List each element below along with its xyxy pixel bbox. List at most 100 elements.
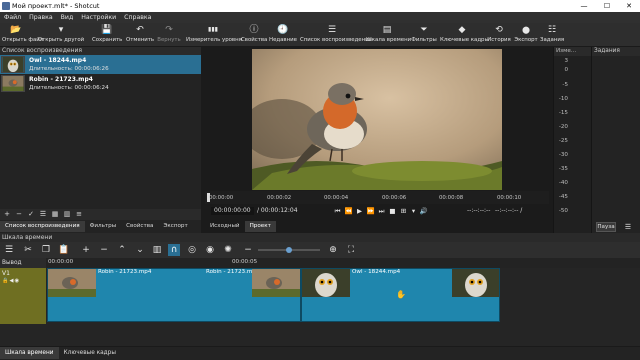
hand-cursor-icon: ✋ xyxy=(396,290,406,299)
clip-thumbnail-start xyxy=(48,269,96,297)
db-label: 3 xyxy=(564,58,568,64)
filters-button[interactable]: ⏷ Фильтры xyxy=(410,24,438,46)
menu-settings[interactable]: Настройки xyxy=(77,12,120,23)
zoom-fit-icon[interactable]: ⛶ xyxy=(345,244,357,256)
video-preview[interactable] xyxy=(252,49,502,190)
jobs-label: Задания xyxy=(540,37,565,43)
paste-icon[interactable]: 📋 xyxy=(58,244,70,256)
ruler-tick: 00:00:04 xyxy=(324,195,349,201)
current-timecode[interactable]: 00:00:00:00 xyxy=(211,207,254,215)
tab-timeline[interactable]: Шкала времени xyxy=(0,347,59,359)
tab-project[interactable]: Проект xyxy=(244,221,276,232)
playlist-item[interactable]: Owl - 18244.mp4 Длительность: 00:00:06:2… xyxy=(0,55,201,74)
zoom-slider[interactable] xyxy=(258,247,320,253)
stop-icon[interactable]: ■ xyxy=(388,206,397,216)
rewind-icon[interactable]: ⏪ xyxy=(344,206,353,216)
timeline-button[interactable]: ▤ Шкала времени xyxy=(366,24,412,46)
tab-properties[interactable]: Свойства xyxy=(121,221,158,232)
split-icon[interactable]: ▥ xyxy=(151,244,163,256)
track-controls-icon[interactable]: 🔒◀◉ xyxy=(2,278,20,284)
zoom-in-icon[interactable]: ⊕ xyxy=(327,244,339,256)
playlist-label: Список воспроизведения xyxy=(300,37,372,43)
history-button[interactable]: ⟲ История xyxy=(486,24,512,46)
tab-keyframes[interactable]: Ключевые кадры xyxy=(59,347,121,359)
tab-export[interactable]: Экспорт xyxy=(158,221,192,232)
timeline-menu-icon[interactable]: ☰ xyxy=(3,244,15,256)
playlist-button[interactable]: ☰ Список воспроизведения xyxy=(300,24,372,46)
skip-next-icon[interactable]: ⏭ xyxy=(377,206,386,216)
menu-edit[interactable]: Правка xyxy=(25,12,57,23)
pause-jobs-button[interactable]: Пауза xyxy=(596,222,616,232)
minimize-button[interactable]: — xyxy=(573,0,595,12)
redo-label: Вернуть xyxy=(157,37,181,43)
list-view-icon[interactable]: ☰ xyxy=(38,209,48,219)
undo-label: Отменить xyxy=(126,37,155,43)
db-label: 0 xyxy=(564,67,568,73)
copy-icon[interactable]: ❐ xyxy=(40,244,52,256)
timeline-clip[interactable]: Robin - 21723.mp4 Robin - 21723.mp4 xyxy=(47,268,301,322)
cut-icon[interactable]: ✂ xyxy=(22,244,34,256)
recent-label: Недавние xyxy=(269,37,297,43)
jobs-menu-icon[interactable]: ☰ xyxy=(622,222,634,232)
snap-icon[interactable]: ∩ xyxy=(168,244,180,256)
add-icon[interactable]: + xyxy=(2,209,12,219)
save-button[interactable]: 💾 Сохранить xyxy=(92,24,122,46)
open-other-button[interactable]: ▾ Открыть другой xyxy=(32,24,90,46)
jobs-button[interactable]: ☷ Задания xyxy=(540,24,564,46)
app-icon xyxy=(2,2,10,10)
export-label: Экспорт xyxy=(514,37,538,43)
playlist-item[interactable]: Robin - 21723.mp4 Длительность: 00:00:06… xyxy=(0,74,201,93)
ruler-tick: 00:00:00 xyxy=(209,195,234,201)
ripple-all-icon[interactable]: ✺ xyxy=(222,244,234,256)
tab-filters[interactable]: Фильтры xyxy=(85,221,122,232)
db-label: -10 xyxy=(558,96,568,102)
undo-button[interactable]: ↶ Отменить xyxy=(126,24,154,46)
redo-button[interactable]: ↷ Вернуть xyxy=(156,24,182,46)
grid-icon[interactable]: ⊞ xyxy=(399,206,408,216)
recent-button[interactable]: 🕘 Недавние xyxy=(269,24,297,46)
level-meter-button[interactable]: ▮▮▮ Измеритель уровня xyxy=(186,24,242,46)
grid-view-icon[interactable]: ▦ xyxy=(50,209,60,219)
save-label: Сохранить xyxy=(92,37,123,43)
ripple-icon[interactable]: ◉ xyxy=(204,244,216,256)
tab-playlist[interactable]: Список воспроизведения xyxy=(0,221,85,232)
menu-icon[interactable]: ≡ xyxy=(74,209,84,219)
play-icon[interactable]: ▶ xyxy=(355,206,364,216)
audio-meter-panel: Изме... 3 0 -5 -10 -15 -20 -25 -30 -35 -… xyxy=(553,47,591,233)
remove-icon[interactable]: − xyxy=(98,244,110,256)
menu-file[interactable]: Файл xyxy=(0,12,25,23)
meter-header: Изме... xyxy=(554,47,591,56)
update-icon[interactable]: ✓ xyxy=(26,209,36,219)
overwrite-icon[interactable]: ⌄ xyxy=(134,244,146,256)
volume-icon[interactable]: 🔊 xyxy=(419,206,428,216)
append-icon[interactable]: + xyxy=(80,244,92,256)
properties-button[interactable]: ⓘ Свойства xyxy=(241,24,267,46)
track-name: V1 xyxy=(2,270,10,277)
remove-icon[interactable]: − xyxy=(14,209,24,219)
open-file-button[interactable]: 📂 Открыть файл xyxy=(2,24,43,46)
playlist-panel: Список воспроизведения Owl - 18244.mp4 Д… xyxy=(0,47,201,233)
skip-previous-icon[interactable]: ⏮ xyxy=(333,206,342,216)
menu-help[interactable]: Справка xyxy=(120,12,155,23)
zoom-dropdown-icon[interactable]: ▾ xyxy=(409,206,418,216)
db-label: -25 xyxy=(558,138,568,144)
close-button[interactable]: ✕ xyxy=(618,0,640,12)
bottom-tab-bar: Шкала времени Ключевые кадры xyxy=(0,346,640,360)
zoom-out-icon[interactable]: − xyxy=(242,244,254,256)
tab-source[interactable]: Исходный xyxy=(205,221,245,232)
menu-view[interactable]: Вид xyxy=(57,12,78,23)
left-tab-bar: Список воспроизведения Фильтры Свойства Экс… xyxy=(0,221,193,232)
timeline-ruler[interactable]: 00:00:00 00:00:05 xyxy=(46,258,640,268)
tiles-view-icon[interactable]: ▥ xyxy=(62,209,72,219)
player-ruler[interactable]: 00:00:00 00:00:02 00:00:04 00:00:06 00:0… xyxy=(205,191,549,204)
maximize-button[interactable]: ☐ xyxy=(596,0,618,12)
owl-thumbnail xyxy=(1,56,25,73)
track-v1-header[interactable]: V1 🔒◀◉ xyxy=(0,268,46,324)
scrub-icon[interactable]: ◎ xyxy=(186,244,198,256)
fast-forward-icon[interactable]: ⏩ xyxy=(366,206,375,216)
title-bar: Мой проект.mlt* - Shotcut — ☐ ✕ xyxy=(0,0,640,12)
export-button[interactable]: ⬤ Экспорт xyxy=(514,24,538,46)
keyframes-button[interactable]: ◆ Ключевые кадры xyxy=(440,24,489,46)
lift-icon[interactable]: ⌃ xyxy=(116,244,128,256)
timeline-label: Шкала времени xyxy=(366,37,412,43)
